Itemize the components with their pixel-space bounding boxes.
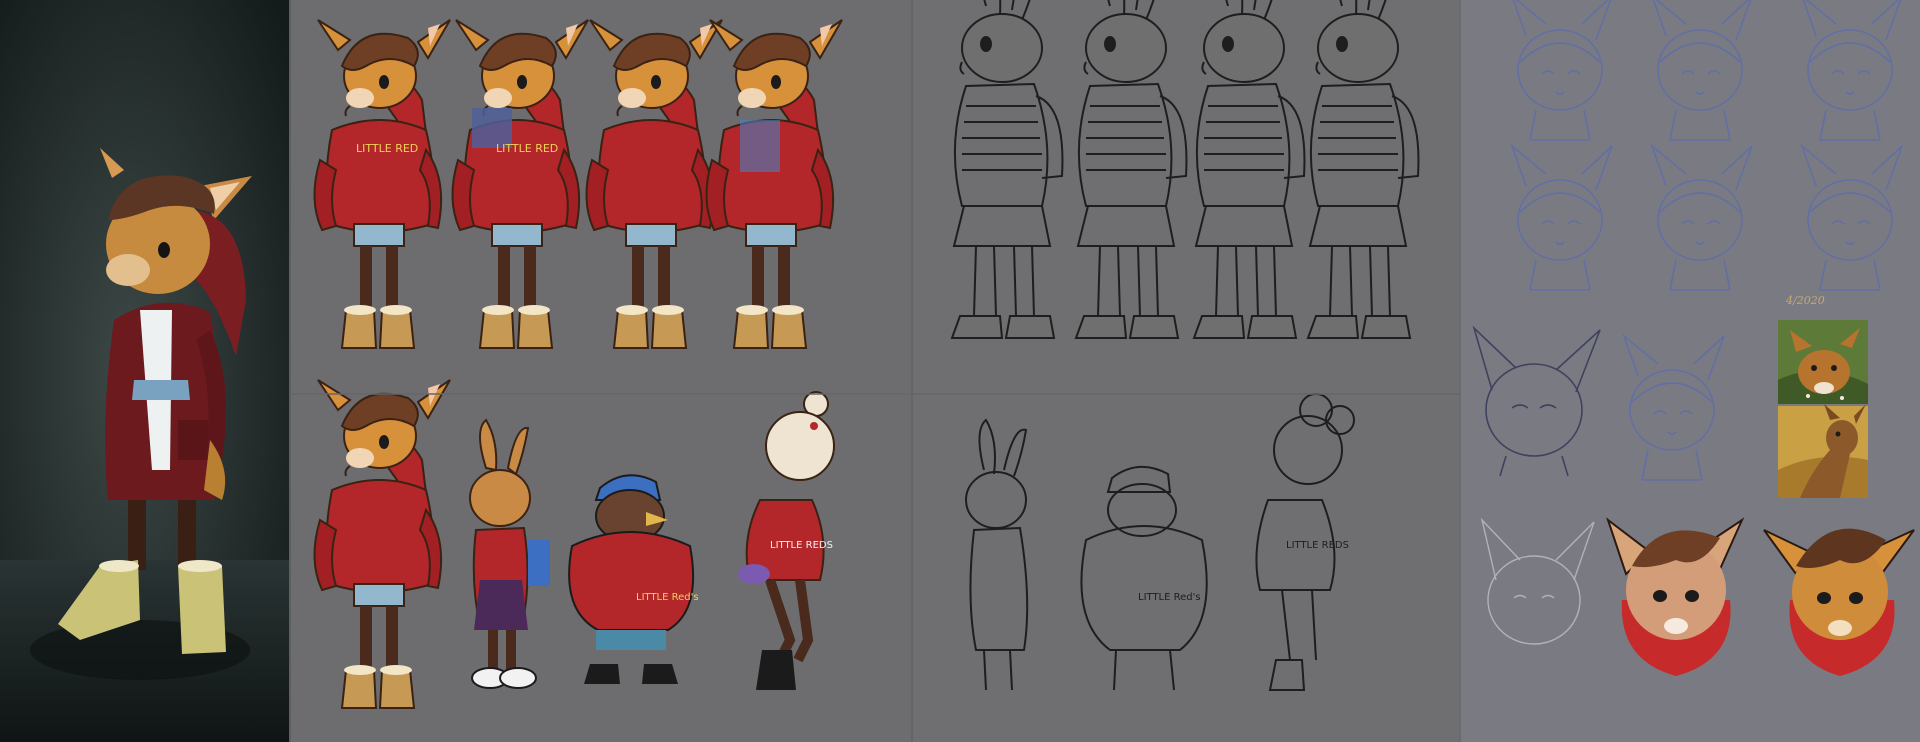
hoodie-lettering: LITTLE Red's [636,592,699,603]
line-lineup-panel: LITTLE Red's LITTLE REDS [912,393,1460,742]
hoodie-lettering: LITTLE RED [496,142,558,155]
line-turnaround-panel [912,0,1460,394]
color-lineup-panel: LITTLE Red's LITTLE REDS [290,379,912,742]
render-3d-panel [0,0,290,742]
reference-photos-panel [1778,320,1868,498]
hoodie-lettering: LITTLE Red's [1138,592,1201,603]
hoodie-lettering: LITTLE REDS [770,540,833,551]
hoodie-lettering: LITTLE RED [356,142,418,155]
concept-art-board: LITTLE RED LITTLE RED LITTLE Red's LITTL… [0,0,1920,742]
deer-photo-2 [1778,404,1868,498]
deer-photo-1 [1778,320,1868,404]
hoodie-lettering: LITTLE REDS [1286,540,1349,551]
concept-art-canvas: LITTLE RED LITTLE RED LITTLE Red's LITTL… [0,0,1920,742]
color-turnaround-panel: LITTLE RED LITTLE RED [290,0,912,394]
sketch-signature: 4/2020 [1785,294,1825,307]
